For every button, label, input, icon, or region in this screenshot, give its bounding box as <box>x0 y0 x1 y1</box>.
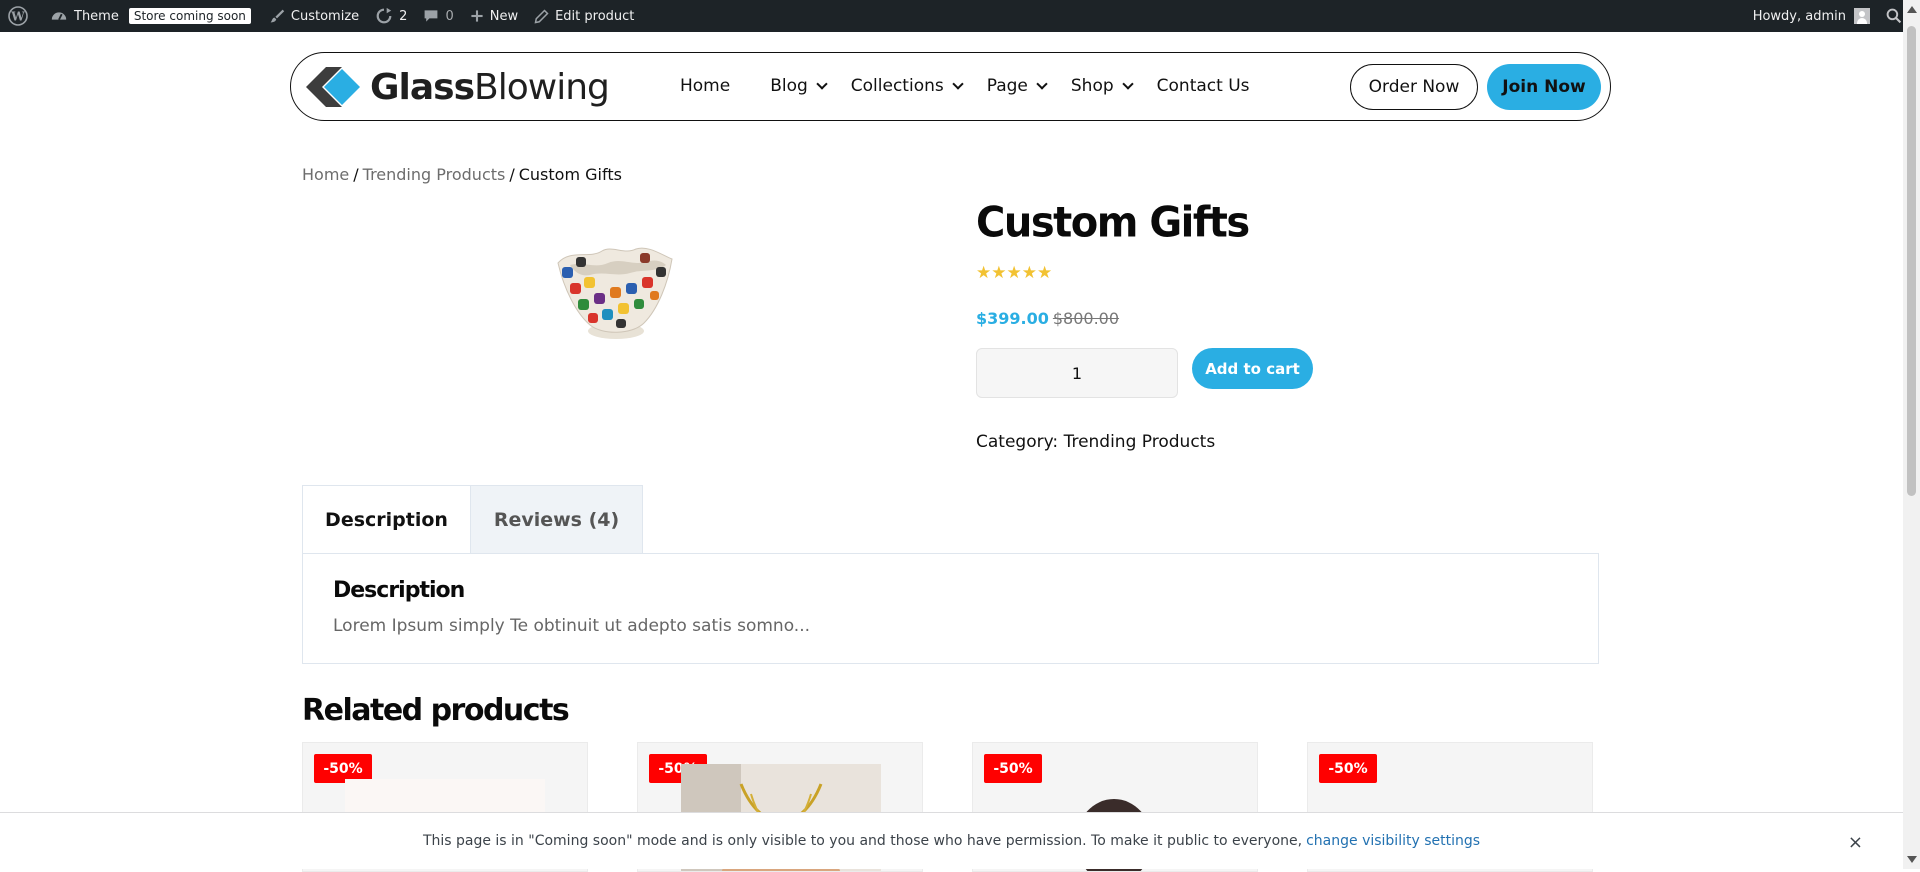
logo-text: GlassBlowing <box>370 66 610 108</box>
product-image[interactable] <box>550 243 680 343</box>
category-link[interactable]: Trending Products <box>1064 432 1216 452</box>
comments-link[interactable]: 0 <box>415 0 461 32</box>
scroll-down-arrow-icon[interactable] <box>1907 856 1917 863</box>
chevron-down-icon <box>1121 77 1134 90</box>
brush-icon <box>270 9 285 23</box>
updates-count: 2 <box>399 8 408 24</box>
scroll-up-arrow-icon[interactable] <box>1907 6 1917 13</box>
panel-text: Lorem Ipsum simply Te obtinuit ut adepto… <box>333 616 811 636</box>
related-products-title: Related products <box>302 693 570 728</box>
breadcrumb-separator: / <box>509 165 515 184</box>
comment-icon <box>425 10 438 22</box>
nav-blog[interactable]: Blog <box>770 76 828 96</box>
site-name-link[interactable]: Theme <box>42 0 127 32</box>
pencil-icon <box>534 8 549 23</box>
product-title: Custom Gifts <box>976 198 1250 248</box>
close-icon[interactable]: × <box>1848 832 1863 853</box>
star-icon: ★ <box>1006 263 1022 283</box>
wordpress-icon: W <box>8 6 28 26</box>
plus-icon <box>471 10 483 22</box>
sale-badge: -50% <box>984 754 1042 783</box>
nav-shop-label: Shop <box>1070 76 1114 96</box>
customize-link[interactable]: Customize <box>261 0 367 32</box>
add-to-cart-button[interactable]: Add to cart <box>1192 348 1313 389</box>
coming-soon-notice: This page is in "Coming soon" mode and i… <box>0 812 1903 869</box>
star-icon: ★ <box>976 263 992 283</box>
breadcrumb-home[interactable]: Home <box>302 165 349 184</box>
nav-collections[interactable]: Collections <box>850 76 964 96</box>
edit-product-label: Edit product <box>555 8 635 24</box>
description-panel: Description Lorem Ipsum simply Te obtinu… <box>302 553 1599 664</box>
nav-page[interactable]: Page <box>986 76 1048 96</box>
category-label: Category: <box>976 432 1059 452</box>
coming-soon-message: This page is in "Coming soon" mode and i… <box>422 833 1303 849</box>
join-now-button[interactable]: Join Now <box>1487 64 1601 110</box>
star-icon: ★ <box>1021 263 1037 283</box>
page-scrollbar[interactable] <box>1903 0 1920 869</box>
sale-price: $399.00 <box>976 309 1049 328</box>
chevron-down-icon <box>816 77 828 90</box>
site-logo[interactable]: GlassBlowing <box>304 65 610 109</box>
edit-product-link[interactable]: Edit product <box>526 0 642 32</box>
main-nav: Home Blog Collections Page Shop Contact … <box>680 53 1280 119</box>
admin-bar: W Theme Store coming soon Customize 2 0 … <box>0 0 1920 32</box>
scrollbar-thumb[interactable] <box>1907 26 1916 496</box>
nav-page-label: Page <box>986 76 1028 96</box>
nav-collections-label: Collections <box>850 76 944 96</box>
tab-reviews[interactable]: Reviews (4) <box>471 485 643 554</box>
breadcrumb-separator: / <box>353 165 359 184</box>
customize-label: Customize <box>290 8 360 24</box>
breadcrumb-category[interactable]: Trending Products <box>363 165 506 184</box>
new-content-link[interactable]: New <box>462 0 526 32</box>
svg-text:W: W <box>10 10 25 24</box>
chevron-down-icon <box>1036 77 1048 90</box>
logo-text-light: Blowing <box>474 66 610 108</box>
regular-price: $800.00 <box>1052 309 1120 328</box>
store-badge-label: Store coming soon <box>128 8 251 24</box>
new-label: New <box>489 8 519 24</box>
nav-shop[interactable]: Shop <box>1070 76 1134 96</box>
site-header: GlassBlowing Home Blog Collections Page … <box>290 52 1611 121</box>
diamond-logo-icon <box>306 67 360 107</box>
nav-contact[interactable]: Contact Us <box>1157 76 1250 96</box>
tab-description[interactable]: Description <box>302 485 471 554</box>
visibility-settings-link[interactable]: change visibility settings <box>1306 833 1480 849</box>
chevron-down-icon <box>952 77 964 90</box>
search-icon <box>1886 8 1902 24</box>
nav-home-label: Home <box>680 76 731 96</box>
order-now-button[interactable]: Order Now <box>1350 64 1478 110</box>
dashboard-icon <box>51 12 67 21</box>
product-price: $399.00 $800.00 <box>976 309 1119 328</box>
nav-contact-label: Contact Us <box>1156 76 1250 96</box>
howdy-label: Howdy, admin <box>1752 8 1846 24</box>
quantity-input[interactable] <box>976 348 1178 398</box>
star-icon: ★ <box>991 263 1007 283</box>
wordpress-logo-button[interactable]: W <box>0 0 42 32</box>
logo-text-bold: Glass <box>370 66 475 108</box>
product-category: Category: Trending Products <box>976 432 1215 452</box>
sale-badge: -50% <box>1319 754 1377 783</box>
store-coming-soon-badge[interactable]: Store coming soon <box>127 0 261 32</box>
glass-bowl-image <box>557 247 673 339</box>
avatar <box>1854 8 1870 24</box>
updates-link[interactable]: 2 <box>367 0 415 32</box>
breadcrumb-current: Custom Gifts <box>518 165 622 184</box>
star-rating[interactable]: ★ ★ ★ ★ ★ <box>976 265 1052 282</box>
updates-icon <box>376 7 392 24</box>
panel-title: Description <box>333 578 465 603</box>
site-name: Theme <box>74 8 119 24</box>
comments-count: 0 <box>445 8 454 24</box>
account-menu[interactable]: Howdy, admin <box>1745 0 1878 32</box>
product-tabs: Description Reviews (4) <box>302 485 643 554</box>
nav-home[interactable]: Home <box>680 76 730 96</box>
admin-bar-secondary: Howdy, admin <box>1745 0 1920 32</box>
nav-blog-label: Blog <box>770 76 808 96</box>
breadcrumb: Home / Trending Products / Custom Gifts <box>302 165 622 184</box>
star-icon: ★ <box>1037 263 1053 283</box>
